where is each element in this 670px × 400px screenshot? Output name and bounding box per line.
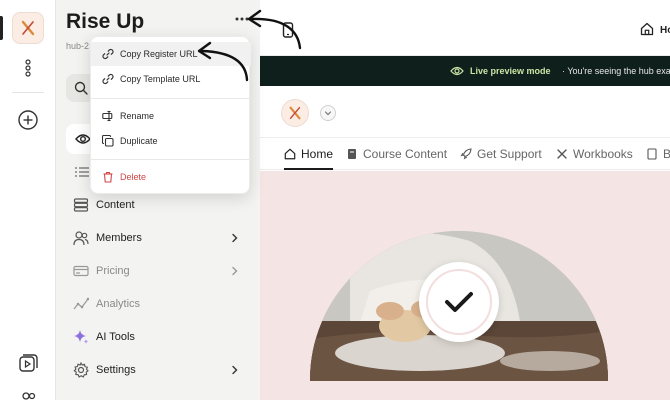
tab-label: Bl <box>663 147 670 161</box>
banner-title: Live preview mode <box>470 66 551 76</box>
tab-home[interactable]: Home <box>284 138 334 170</box>
rail-divider <box>12 92 44 93</box>
rolling-pin-logo-icon <box>289 106 301 120</box>
link-icon <box>102 48 114 60</box>
members-icon <box>73 230 89 246</box>
sidebar-item-label: Settings <box>96 364 136 376</box>
chevron-right-icon <box>232 233 238 243</box>
sidebar-item-analytics[interactable]: Analytics <box>66 291 246 317</box>
hub-header <box>260 86 670 138</box>
sidebar-item-label: Content <box>96 199 135 211</box>
eye-icon <box>450 66 464 76</box>
gear-icon <box>73 362 89 378</box>
sidebar-item-pricing[interactable]: Pricing <box>66 258 246 284</box>
menu-item-label: Copy Template URL <box>120 74 201 84</box>
hub-tabs: Home Course Content Get Support Workbook… <box>260 138 670 170</box>
home-icon <box>284 148 296 160</box>
home-icon[interactable] <box>640 22 654 36</box>
menu-divider <box>91 159 251 160</box>
people-icon[interactable] <box>19 392 37 400</box>
rail-active-indicator <box>0 16 3 40</box>
checkmark-icon <box>445 292 473 312</box>
link-icon <box>102 73 114 85</box>
rocket-icon <box>460 148 472 160</box>
menu-item-label: Duplicate <box>120 136 158 146</box>
add-hub-icon[interactable] <box>17 109 39 131</box>
layout-list-icon[interactable] <box>74 164 90 180</box>
banner-message: · You're seeing the hub exact <box>562 66 670 76</box>
hub-title: Rise Up <box>66 10 145 33</box>
eye-icon <box>75 134 91 144</box>
tab-label: Get Support <box>477 147 542 161</box>
completion-badge <box>419 262 499 342</box>
book-icon <box>346 148 358 160</box>
menu-item-label: Copy Register URL <box>120 49 198 59</box>
tab-get-support[interactable]: Get Support <box>460 138 542 170</box>
sidebar-item-label: Analytics <box>96 298 141 310</box>
preview-toolbar: Ho <box>260 0 670 56</box>
menu-item-duplicate[interactable]: Duplicate <box>91 129 251 153</box>
book-icon <box>646 148 658 160</box>
trash-icon <box>102 171 114 183</box>
sidebar-item-label: Pricing <box>96 265 130 277</box>
tools-icon <box>556 148 568 160</box>
sidebar-item-ai-tools[interactable]: AI Tools <box>66 324 246 350</box>
tab-workbooks[interactable]: Workbooks <box>556 138 633 170</box>
tab-course-content[interactable]: Course Content <box>346 138 447 170</box>
rail-more-button[interactable] <box>18 56 38 80</box>
chevron-right-icon <box>232 365 238 375</box>
credit-card-icon <box>73 263 89 279</box>
sidebar-item-content[interactable]: Content <box>66 192 246 218</box>
home-link[interactable]: Ho <box>660 25 670 36</box>
tab-label: Workbooks <box>573 147 633 161</box>
app-rail <box>0 0 56 400</box>
analytics-icon <box>73 296 89 312</box>
hub-switcher-button[interactable] <box>320 105 336 121</box>
sidebar-item-label: AI Tools <box>96 331 135 343</box>
live-preview-banner: Live preview mode · You're seeing the hu… <box>260 56 670 86</box>
sidebar-item-settings[interactable]: Settings <box>66 357 246 383</box>
badge-ring <box>426 269 492 335</box>
rolling-pin-logo-icon <box>21 20 35 36</box>
search-icon <box>74 81 88 95</box>
menu-divider <box>91 98 251 99</box>
sparkle-icon <box>73 329 89 345</box>
menu-item-delete[interactable]: Delete <box>91 165 251 189</box>
tab-label: Course Content <box>363 147 448 161</box>
chevron-down-icon <box>324 111 332 116</box>
hub-avatar[interactable] <box>281 99 309 127</box>
sidebar-item-members[interactable]: Members <box>66 225 246 251</box>
hub-preview: Ho Live preview mode · You're seeing the… <box>260 0 670 400</box>
menu-item-label: Delete <box>120 172 147 182</box>
menu-item-rename[interactable]: Rename <box>91 104 251 128</box>
duplicate-icon <box>102 135 114 147</box>
menu-item-label: Rename <box>120 111 155 121</box>
rename-icon <box>102 110 114 122</box>
hero-section <box>260 171 670 400</box>
sidebar-item-label: Members <box>96 232 142 244</box>
annotation-arrow-to-copy-register-url <box>197 41 249 82</box>
hub-logo-button[interactable] <box>12 12 44 44</box>
vertical-dots-icon <box>25 59 31 77</box>
chevron-right-icon <box>232 266 238 276</box>
database-icon <box>73 197 89 213</box>
tab-bl[interactable]: Bl <box>646 138 670 170</box>
video-library-icon[interactable] <box>17 352 39 374</box>
tab-label: Home <box>301 147 334 161</box>
